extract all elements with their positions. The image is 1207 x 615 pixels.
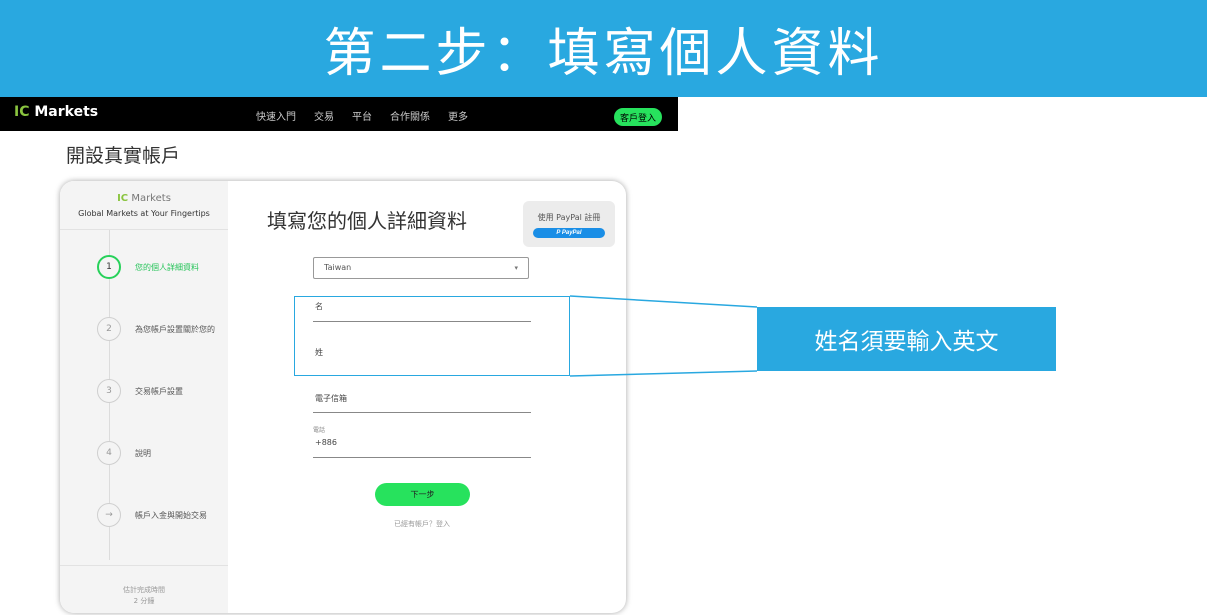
callout-connector-top [569,295,758,308]
callout-connector-bottom [569,370,758,377]
name-fields-highlight [294,296,570,376]
annotation-callout: 姓名須要輸入英文 [757,307,1056,371]
